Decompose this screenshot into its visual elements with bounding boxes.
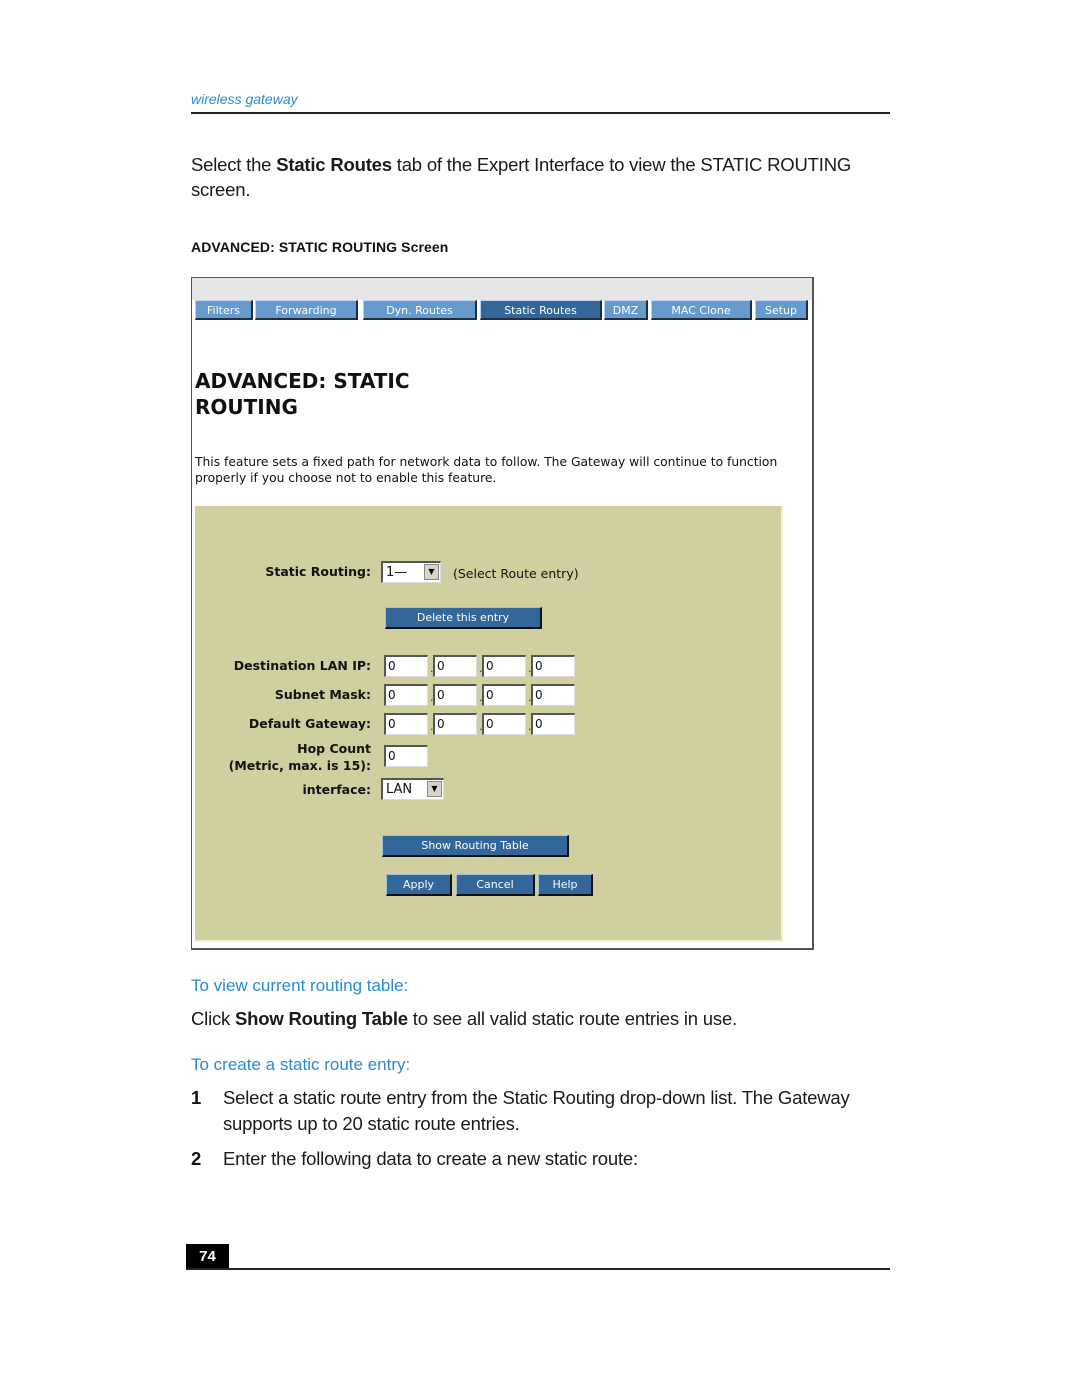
tab-mac-clone[interactable]: MAC Clone [651, 300, 752, 320]
intro-text-before: Select the [191, 154, 277, 175]
dropdown-arrow-icon[interactable]: ▼ [424, 564, 439, 580]
tab-forwarding[interactable]: Forwarding [255, 300, 358, 320]
apply-button[interactable]: Apply [386, 874, 452, 896]
header-rule [191, 112, 890, 114]
interface-label: interface: [302, 782, 371, 797]
static-routing-value: 1— [386, 565, 408, 580]
subnet-mask-octet-2[interactable]: 0 [433, 684, 477, 706]
step-text: Enter the following data to create a new… [223, 1148, 638, 1169]
destination-lan-ip-label: Destination LAN IP: [233, 658, 371, 673]
view-text-bold: Show Routing Table [235, 1008, 408, 1029]
page-number: 74 [186, 1244, 229, 1270]
view-routing-table-heading: To view current routing table: [191, 976, 409, 995]
tab-setup[interactable]: Setup [755, 300, 808, 320]
ui-title-line2: ROUTING [195, 395, 298, 419]
default-gateway-label: Default Gateway: [248, 716, 371, 731]
hop-count-label-line1: Hop Count [297, 741, 371, 756]
tab-dyn-routes[interactable]: Dyn. Routes [363, 300, 477, 320]
create-route-heading: To create a static route entry: [191, 1055, 411, 1074]
tab-dmz[interactable]: DMZ [604, 300, 648, 320]
step-number: 1 [191, 1087, 202, 1108]
tab-static-routes[interactable]: Static Routes [480, 300, 602, 320]
tab-bar-background [192, 278, 812, 300]
interface-select[interactable]: LAN ▼ [381, 778, 444, 800]
view-text-before: Click [191, 1008, 236, 1029]
destination-ip-octet-3[interactable]: 0 [482, 655, 526, 677]
static-routing-hint: (Select Route entry) [453, 566, 579, 581]
subnet-mask-label: Subnet Mask: [274, 687, 371, 702]
intro-paragraph: Select the Static Routes tab of the Expe… [191, 152, 891, 202]
step-text: Select a static route entry from the Sta… [223, 1087, 850, 1134]
ui-screenshot-frame: Filters Forwarding Dyn. Routes Static Ro… [191, 277, 814, 950]
subnet-mask-octet-4[interactable]: 0 [531, 684, 575, 706]
default-gateway-octet-2[interactable]: 0 [433, 713, 477, 735]
view-routing-table-paragraph: Click Show Routing Table to see all vali… [191, 1008, 737, 1030]
delete-entry-button[interactable]: Delete this entry [385, 607, 542, 629]
default-gateway-octet-1[interactable]: 0 [384, 713, 428, 735]
ui-description: This feature sets a fixed path for netwo… [195, 455, 778, 485]
footer-rule [186, 1268, 890, 1270]
hop-count-input[interactable]: 0 [384, 745, 428, 767]
cancel-button[interactable]: Cancel [456, 874, 535, 896]
destination-ip-octet-4[interactable]: 0 [531, 655, 575, 677]
show-routing-table-button[interactable]: Show Routing Table [382, 835, 569, 857]
view-text-after: to see all valid static route entries in… [407, 1008, 737, 1029]
intro-bold: Static Routes [276, 154, 392, 175]
dropdown-arrow-icon[interactable]: ▼ [427, 781, 442, 797]
tab-filters[interactable]: Filters [195, 300, 253, 320]
figure-caption: ADVANCED: STATIC ROUTING Screen [191, 239, 449, 255]
static-routing-label: Static Routing: [265, 564, 371, 579]
default-gateway-octet-4[interactable]: 0 [531, 713, 575, 735]
step-number: 2 [191, 1148, 202, 1169]
destination-ip-octet-2[interactable]: 0 [433, 655, 477, 677]
hop-count-label-line2: (Metric, max. is 15): [228, 758, 371, 773]
ui-title-line1: ADVANCED: STATIC [195, 369, 410, 393]
static-routing-select[interactable]: 1— ▼ [381, 561, 441, 583]
help-button[interactable]: Help [538, 874, 593, 896]
interface-value: LAN [386, 782, 413, 797]
subnet-mask-octet-3[interactable]: 0 [482, 684, 526, 706]
running-header: wireless gateway [191, 91, 298, 107]
default-gateway-octet-3[interactable]: 0 [482, 713, 526, 735]
hop-count-label: Hop Count (Metric, max. is 15): [229, 740, 371, 774]
ui-page-title: ADVANCED: STATIC ROUTING [195, 368, 410, 420]
subnet-mask-octet-1[interactable]: 0 [384, 684, 428, 706]
settings-panel: Static Routing: 1— ▼ (Select Route entry… [195, 506, 783, 942]
destination-ip-octet-1[interactable]: 0 [384, 655, 428, 677]
